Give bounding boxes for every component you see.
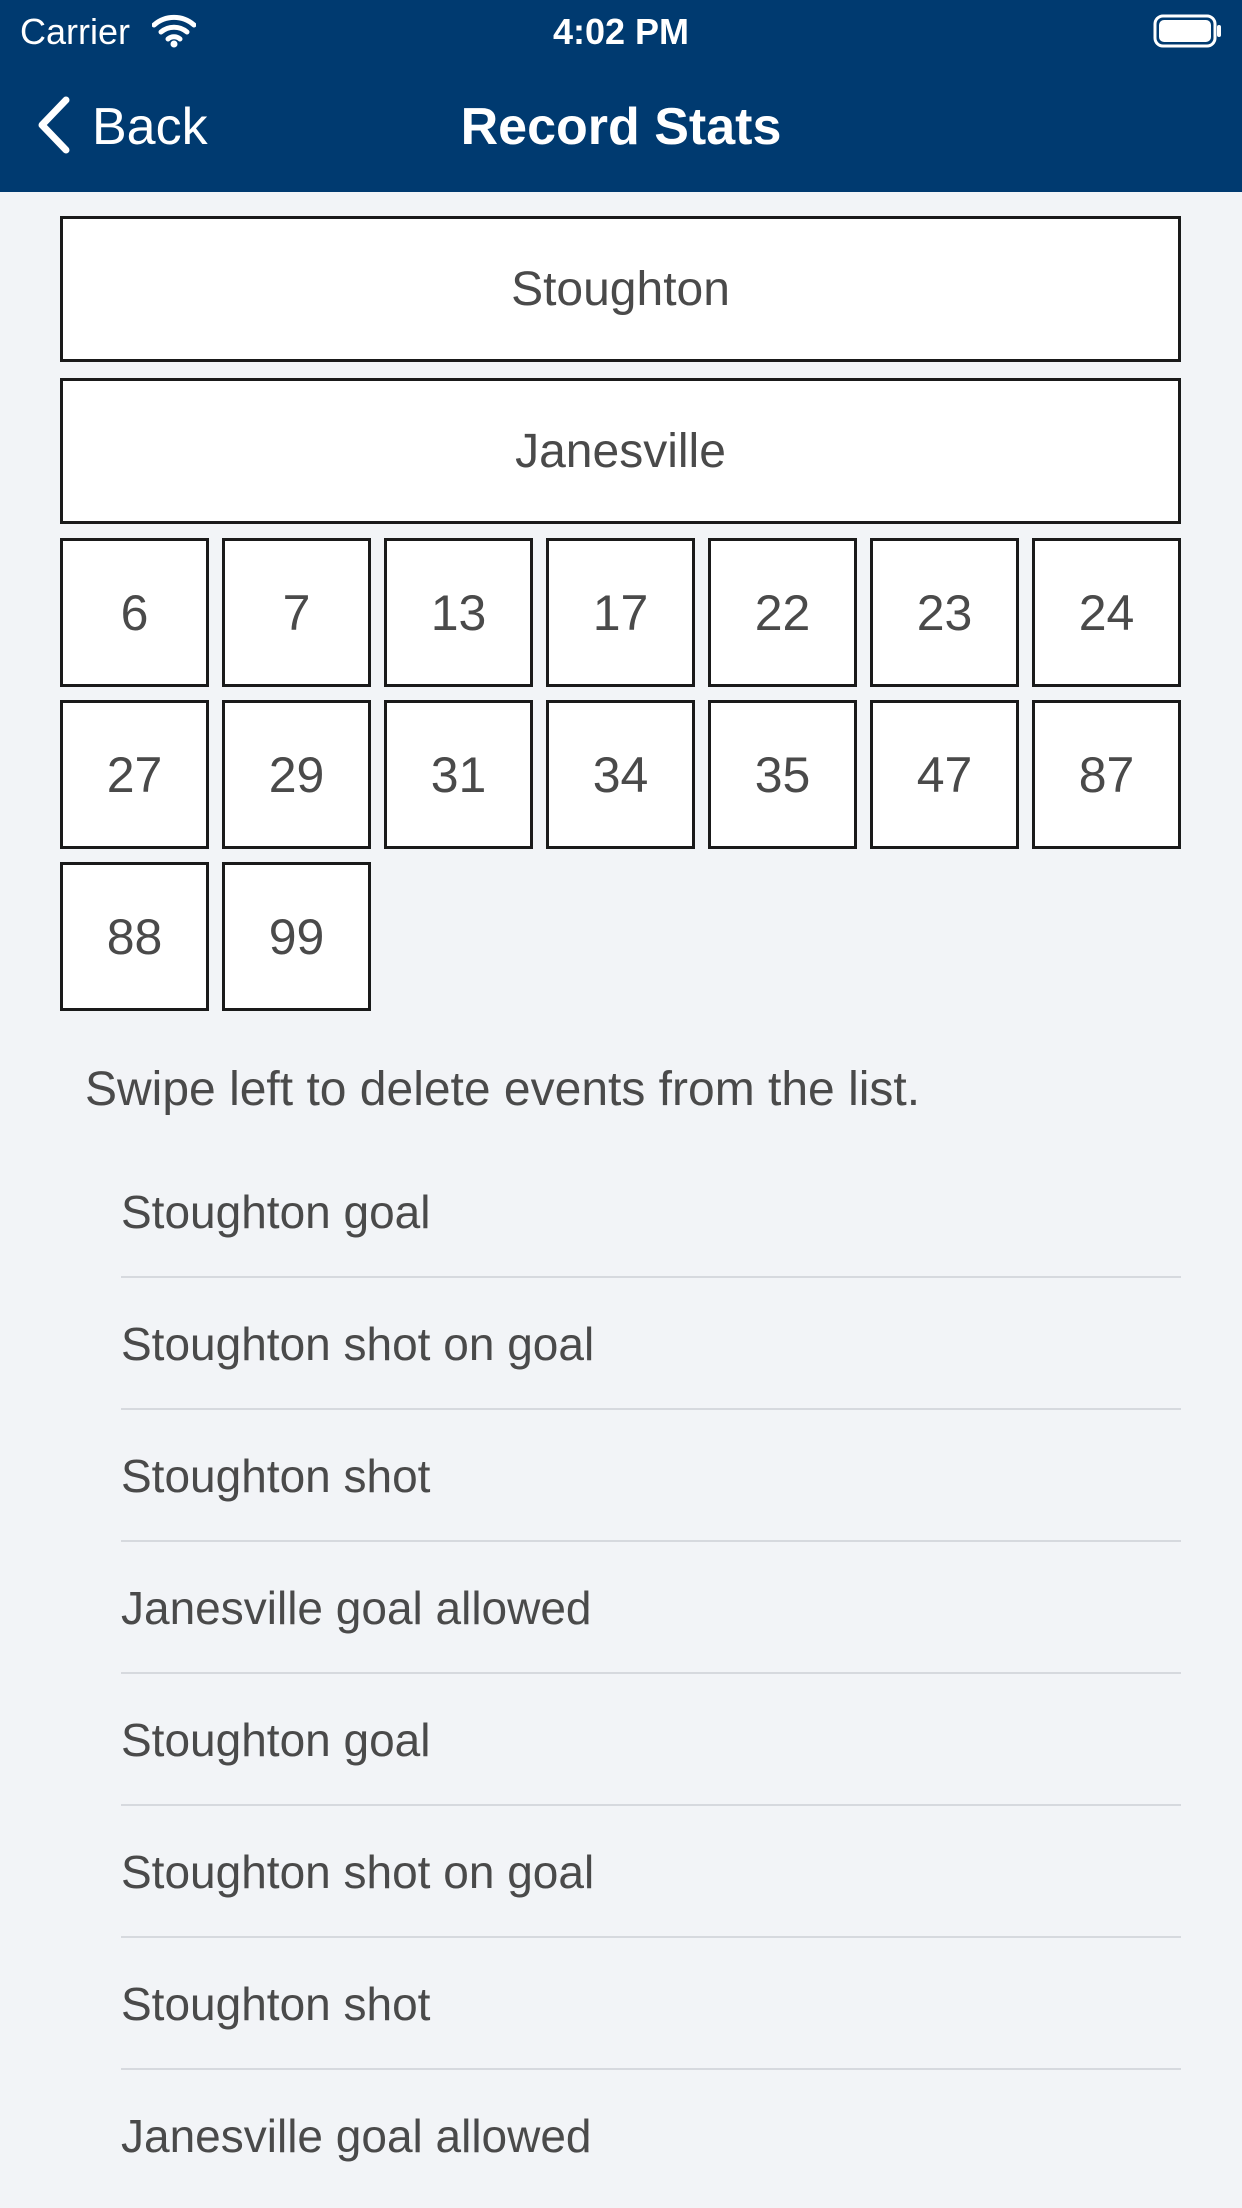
player-number-button[interactable]: 13 (384, 538, 533, 687)
player-number-button[interactable]: 47 (870, 700, 1019, 849)
player-number-button[interactable]: 17 (546, 538, 695, 687)
player-number-button[interactable]: 35 (708, 700, 857, 849)
team-button-away[interactable]: Janesville (60, 378, 1181, 524)
player-number-button[interactable]: 34 (546, 700, 695, 849)
swipe-hint: Swipe left to delete events from the lis… (85, 1063, 921, 1116)
player-number-button[interactable]: 7 (222, 538, 371, 687)
event-list-item[interactable]: Stoughton shot (121, 1938, 1181, 2070)
player-number-button[interactable]: 88 (60, 862, 209, 1011)
player-number-button[interactable]: 99 (222, 862, 371, 1011)
player-number-button[interactable]: 31 (384, 700, 533, 849)
player-number-button[interactable]: 29 (222, 700, 371, 849)
event-list-item[interactable]: Stoughton goal (121, 1674, 1181, 1806)
player-number-button[interactable]: 27 (60, 700, 209, 849)
page-title: Record Stats (460, 98, 782, 156)
team-button-home[interactable]: Stoughton (60, 216, 1181, 362)
battery-icon (1153, 14, 1223, 53)
event-list: Stoughton goal Stoughton shot on goal Stou… (121, 1146, 1181, 2202)
event-list-item[interactable]: Stoughton shot (121, 1410, 1181, 1542)
event-list-item[interactable]: Stoughton shot on goal (121, 1278, 1181, 1410)
player-number-button[interactable]: 87 (1032, 700, 1181, 849)
player-number-button[interactable]: 23 (870, 538, 1019, 687)
event-list-item[interactable]: Janesville goal allowed (121, 2070, 1181, 2202)
player-number-button[interactable]: 22 (708, 538, 857, 687)
player-number-button[interactable]: 24 (1032, 538, 1181, 687)
event-list-item[interactable]: Janesville goal allowed (121, 1542, 1181, 1674)
clock: 4:02 PM (552, 11, 690, 52)
player-number-button[interactable]: 6 (60, 538, 209, 687)
navigation-bar: Carrier 4:02 PM Back Record Stats (0, 0, 1242, 192)
event-list-item[interactable]: Stoughton shot on goal (121, 1806, 1181, 1938)
event-list-item[interactable]: Stoughton goal (121, 1146, 1181, 1278)
